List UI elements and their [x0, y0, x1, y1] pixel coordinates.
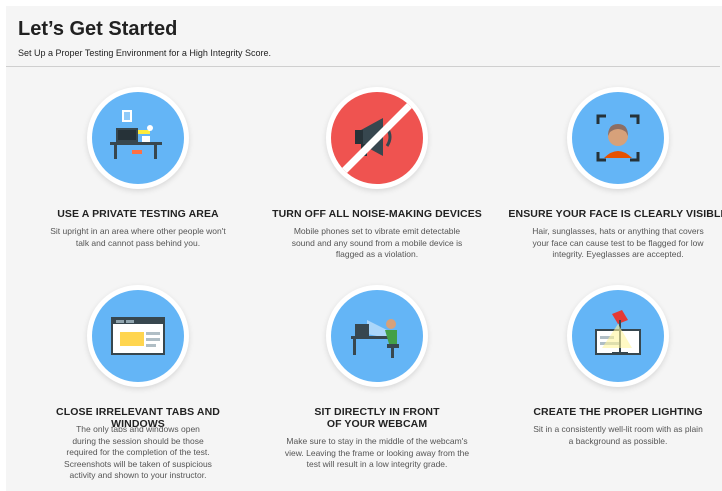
- card-proper-lighting: CREATE THE PROPER LIGHTING Sit in a cons…: [508, 290, 722, 485]
- desk-lamp-icon: [572, 290, 664, 382]
- page-subtitle: Set Up a Proper Testing Environment for …: [18, 48, 271, 58]
- card-title: CREATE THE PROPER LIGHTING: [533, 406, 703, 418]
- page-title: Let’s Get Started: [18, 18, 178, 40]
- card-close-tabs: CLOSE IRRELEVANT TABS AND WINDOWS The on…: [28, 290, 248, 485]
- card-description: Hair, sunglasses, hats or anything that …: [532, 226, 704, 259]
- desk-workspace-icon: [92, 92, 184, 184]
- card-description: Sit upright in an area where other peopl…: [50, 226, 226, 248]
- card-noise-devices: TURN OFF ALL NOISE-MAKING DEVICES Mobile…: [267, 92, 487, 262]
- card-title: USE A PRIVATE TESTING AREA: [57, 208, 219, 220]
- no-megaphone-icon: [331, 92, 423, 184]
- face-frame-icon: [572, 92, 664, 184]
- page-header: Let’s Get Started Set Up a Proper Testin…: [6, 6, 722, 66]
- card-description: Mobile phones set to vibrate emit detect…: [291, 226, 463, 259]
- card-description: Sit in a consistently well-lit room with…: [533, 424, 703, 446]
- card-face-visible: ENSURE YOUR FACE IS CLEARLY VISIBLE Hair…: [508, 92, 722, 262]
- card-private-testing-area: USE A PRIVATE TESTING AREA Sit upright i…: [28, 92, 248, 262]
- card-description: Make sure to stay in the middle of the w…: [284, 436, 470, 469]
- card-title: ENSURE YOUR FACE IS CLEARLY VISIBLE: [508, 208, 722, 220]
- card-title: SIT DIRECTLY IN FRONT OF YOUR WEBCAM: [314, 406, 440, 430]
- card-description: The only tabs and windows open during th…: [64, 424, 212, 480]
- header-divider: [6, 66, 720, 67]
- webcam-desk-icon: [331, 290, 423, 382]
- card-webcam-front: SIT DIRECTLY IN FRONT OF YOUR WEBCAM Mak…: [267, 290, 487, 485]
- card-title: TURN OFF ALL NOISE-MAKING DEVICES: [272, 208, 482, 220]
- browser-tabs-icon: [92, 290, 184, 382]
